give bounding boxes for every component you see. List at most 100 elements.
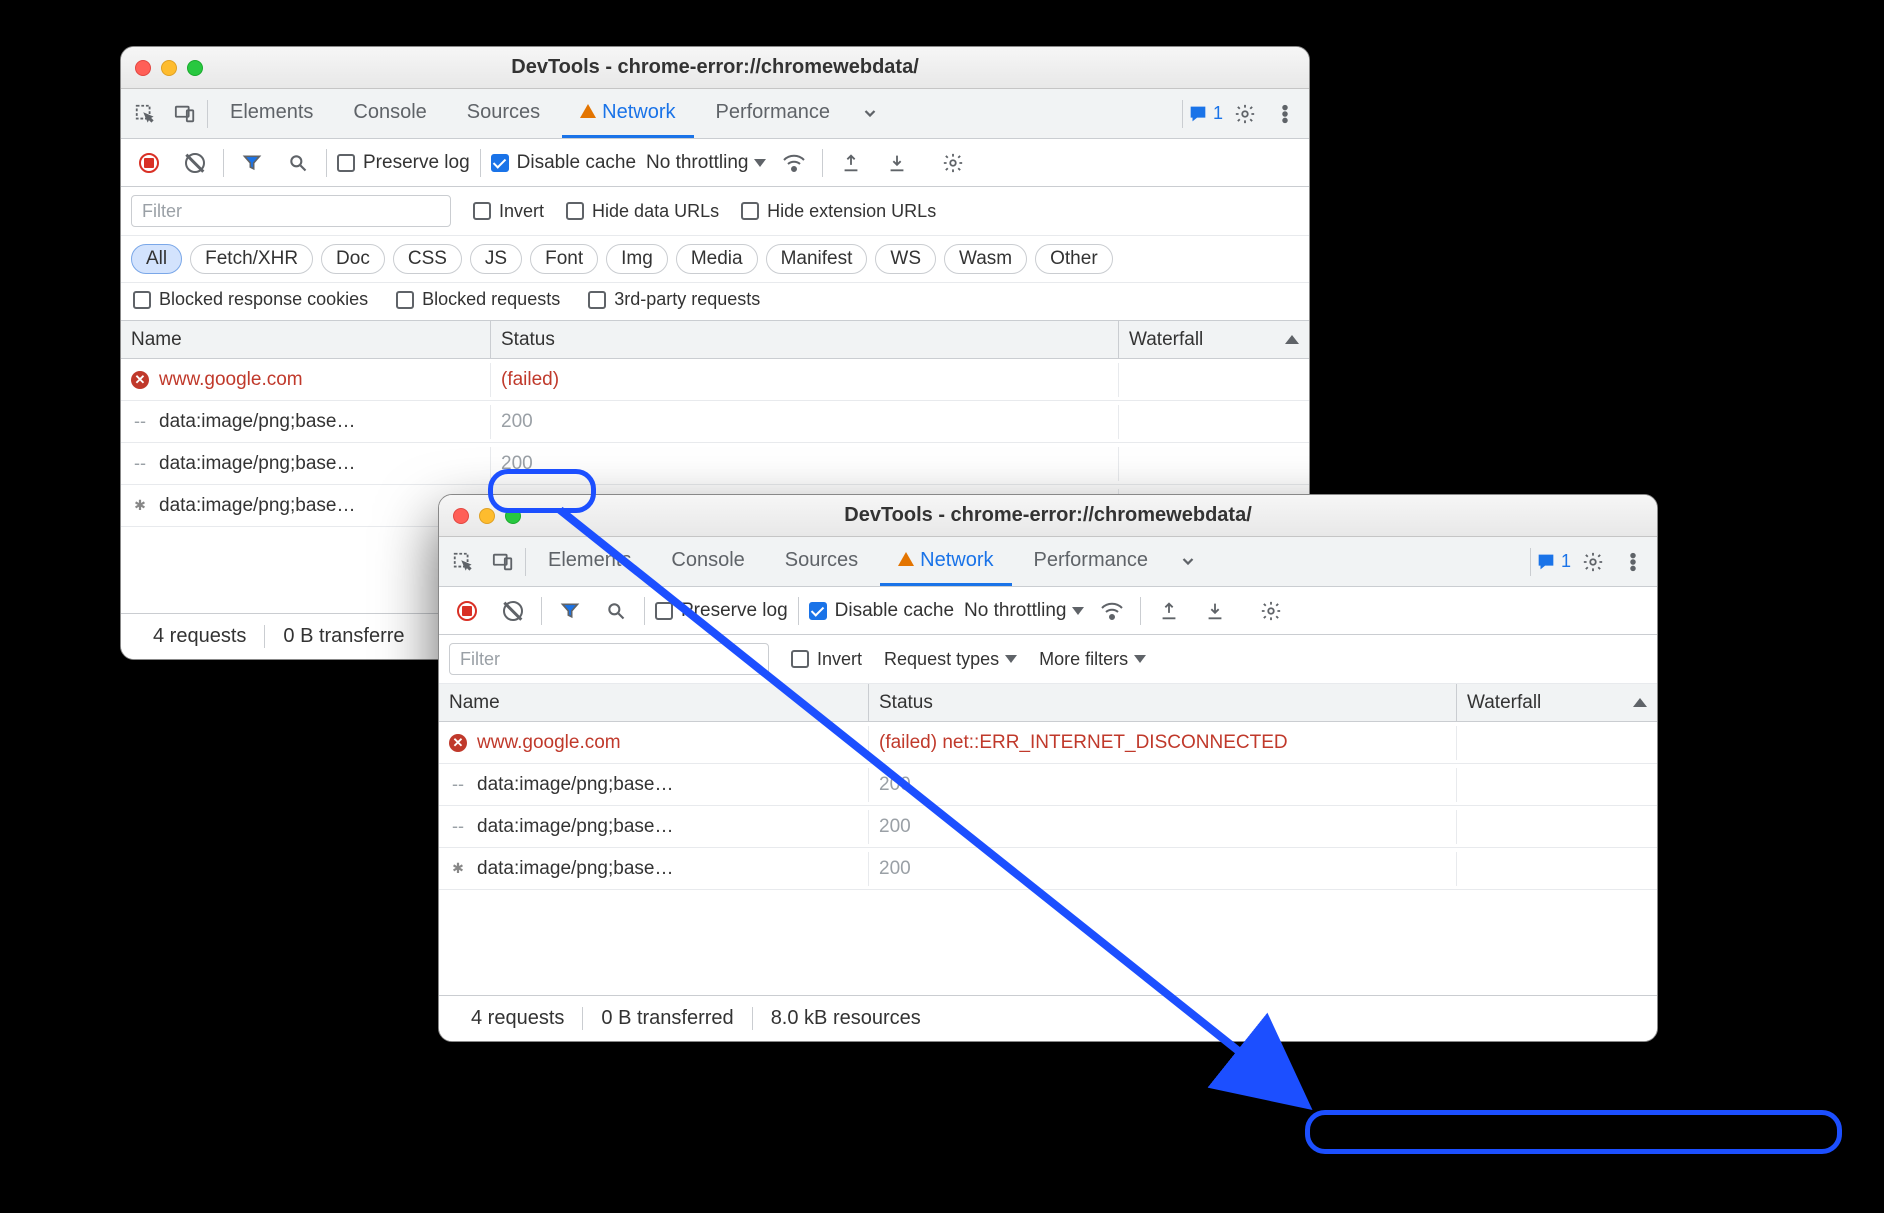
request-types-select[interactable]: Request types (884, 649, 1017, 670)
minimize-window-icon[interactable] (479, 508, 495, 524)
tab-performance[interactable]: Performance (1016, 537, 1167, 586)
col-name[interactable]: Name (121, 321, 491, 358)
pill-wasm[interactable]: Wasm (944, 244, 1027, 274)
disable-cache-checkbox[interactable]: Disable cache (809, 600, 954, 622)
col-name[interactable]: Name (439, 684, 869, 721)
cell-status: (failed) (491, 363, 1119, 397)
blocked-cookies-checkbox[interactable]: Blocked response cookies (133, 289, 368, 310)
tab-network-label: Network (602, 101, 675, 124)
status-resources: 8.0 kB resources (753, 1007, 939, 1030)
search-icon[interactable] (598, 593, 634, 629)
filter-input[interactable] (131, 195, 451, 227)
import-har-icon[interactable] (833, 145, 869, 181)
preserve-log-checkbox[interactable]: Preserve log (337, 152, 470, 174)
tab-network[interactable]: Network (562, 89, 693, 138)
tab-console[interactable]: Console (653, 537, 762, 586)
close-window-icon[interactable] (453, 508, 469, 524)
pill-img[interactable]: Img (606, 244, 668, 274)
table-row[interactable]: ✕www.google.com(failed) (121, 359, 1309, 401)
tab-elements[interactable]: Elements (212, 89, 331, 138)
search-icon[interactable] (280, 145, 316, 181)
device-toggle-icon[interactable] (485, 544, 521, 580)
messages-badge[interactable]: 1 (1535, 551, 1571, 573)
cell-status: 200 (869, 768, 1457, 802)
messages-count: 1 (1213, 103, 1223, 124)
inspect-icon[interactable] (127, 96, 163, 132)
tab-network[interactable]: Network (880, 537, 1011, 586)
clear-icon[interactable] (495, 593, 531, 629)
cell-name: ✕www.google.com (121, 363, 491, 397)
minimize-window-icon[interactable] (161, 60, 177, 76)
hide-data-urls-checkbox[interactable]: Hide data URLs (566, 201, 719, 222)
filter-input[interactable] (449, 643, 769, 675)
pill-manifest[interactable]: Manifest (766, 244, 868, 274)
clear-icon[interactable] (177, 145, 213, 181)
table-row[interactable]: --data:image/png;base…200 (439, 764, 1657, 806)
tab-sources[interactable]: Sources (767, 537, 876, 586)
throttling-select[interactable]: No throttling (964, 600, 1084, 622)
filter-icon[interactable] (234, 145, 270, 181)
divider (1182, 100, 1183, 128)
record-icon[interactable] (449, 593, 485, 629)
preserve-log-checkbox[interactable]: Preserve log (655, 600, 788, 622)
more-filters-select[interactable]: More filters (1039, 649, 1146, 670)
kebab-menu-icon[interactable] (1615, 544, 1651, 580)
pill-fetch-xhr[interactable]: Fetch/XHR (190, 244, 313, 274)
network-conditions-icon[interactable] (776, 145, 812, 181)
col-waterfall[interactable]: Waterfall (1457, 684, 1657, 721)
table-row[interactable]: --data:image/png;base…200 (121, 443, 1309, 485)
pill-css[interactable]: CSS (393, 244, 462, 274)
network-settings-icon[interactable] (1253, 593, 1289, 629)
col-status[interactable]: Status (869, 684, 1457, 721)
inspect-icon[interactable] (445, 544, 481, 580)
more-tabs-icon[interactable] (1170, 544, 1206, 580)
table-row[interactable]: ✕www.google.com(failed) net::ERR_INTERNE… (439, 722, 1657, 764)
chevron-down-icon (754, 159, 766, 167)
table-row[interactable]: --data:image/png;base…200 (439, 806, 1657, 848)
pill-doc[interactable]: Doc (321, 244, 385, 274)
tab-console[interactable]: Console (335, 89, 444, 138)
network-conditions-icon[interactable] (1094, 593, 1130, 629)
network-settings-icon[interactable] (935, 145, 971, 181)
cell-waterfall (1457, 863, 1657, 875)
table-row[interactable]: --data:image/png;base…200 (121, 401, 1309, 443)
settings-icon[interactable] (1227, 96, 1263, 132)
pill-other[interactable]: Other (1035, 244, 1113, 274)
blocked-requests-checkbox[interactable]: Blocked requests (396, 289, 560, 310)
device-toggle-icon[interactable] (167, 96, 203, 132)
network-toolbar: Preserve log Disable cache No throttling (121, 139, 1309, 187)
zoom-window-icon[interactable] (505, 508, 521, 524)
tab-elements[interactable]: Elements (530, 537, 649, 586)
record-icon[interactable] (131, 145, 167, 181)
kebab-menu-icon[interactable] (1267, 96, 1303, 132)
hide-extension-urls-checkbox[interactable]: Hide extension URLs (741, 201, 936, 222)
tab-performance[interactable]: Performance (698, 89, 849, 138)
export-har-icon[interactable] (1197, 593, 1233, 629)
filter-icon[interactable] (552, 593, 588, 629)
close-window-icon[interactable] (135, 60, 151, 76)
throttling-select[interactable]: No throttling (646, 152, 766, 174)
more-tabs-icon[interactable] (852, 96, 888, 132)
chevron-down-icon (1072, 607, 1084, 615)
invert-checkbox[interactable]: Invert (791, 649, 862, 670)
messages-badge[interactable]: 1 (1187, 103, 1223, 125)
extra-filter-row: Blocked response cookies Blocked request… (121, 283, 1309, 321)
tab-sources[interactable]: Sources (449, 89, 558, 138)
panel-tabs: Elements Console Sources Network Perform… (121, 89, 1309, 139)
pill-all[interactable]: All (131, 244, 182, 274)
col-waterfall[interactable]: Waterfall (1119, 321, 1309, 358)
settings-icon[interactable] (1575, 544, 1611, 580)
pill-js[interactable]: JS (470, 244, 522, 274)
pill-media[interactable]: Media (676, 244, 758, 274)
import-har-icon[interactable] (1151, 593, 1187, 629)
cell-waterfall (1119, 458, 1309, 470)
pill-font[interactable]: Font (530, 244, 598, 274)
invert-checkbox[interactable]: Invert (473, 201, 544, 222)
table-row[interactable]: ✱data:image/png;base…200 (439, 848, 1657, 890)
disable-cache-checkbox[interactable]: Disable cache (491, 152, 636, 174)
pill-ws[interactable]: WS (875, 244, 936, 274)
export-har-icon[interactable] (879, 145, 915, 181)
zoom-window-icon[interactable] (187, 60, 203, 76)
third-party-checkbox[interactable]: 3rd-party requests (588, 289, 760, 310)
col-status[interactable]: Status (491, 321, 1119, 358)
